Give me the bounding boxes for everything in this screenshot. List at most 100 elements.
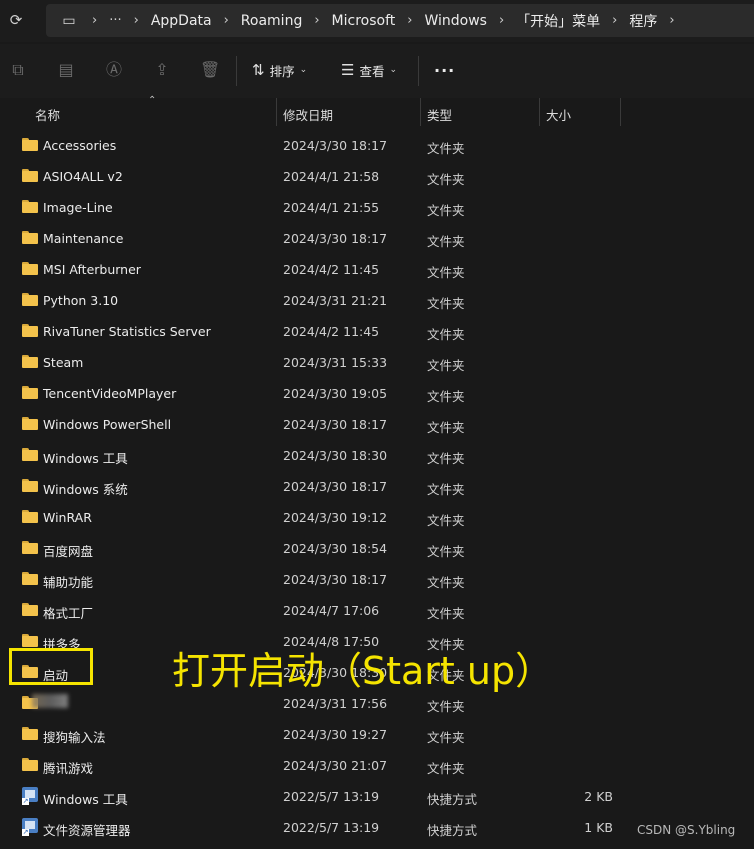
file-type: 快捷方式 (427, 792, 478, 807)
file-name: RivaTuner Statistics Server (43, 324, 211, 339)
modified-date: 2024/4/7 17:06 (283, 603, 380, 618)
file-row[interactable]: Steam 2024/3/31 15:33 文件夹 (0, 347, 640, 378)
sort-icon: ⇅ (252, 61, 265, 79)
modified-date: 2022/5/7 13:19 (283, 789, 380, 804)
modified-date: 2024/3/31 17:56 (283, 696, 388, 711)
breadcrumb-overflow[interactable]: ··· (109, 13, 121, 28)
breadcrumb-item-microsoft[interactable]: Microsoft (332, 13, 396, 29)
file-explorer-shortcut-icon: ↗ (22, 818, 38, 836)
file-type: 文件夹 (427, 730, 465, 745)
column-divider[interactable] (276, 98, 277, 126)
modified-date: 2024/3/30 19:12 (283, 510, 388, 525)
file-row[interactable]: Windows 工具 2024/3/30 18:30 文件夹 (0, 440, 640, 471)
file-name: Maintenance (43, 231, 124, 246)
column-divider[interactable] (620, 98, 621, 126)
file-name: Windows 工具 (43, 792, 128, 807)
chevron-right-icon[interactable]: › (657, 13, 686, 28)
chevron-right-icon[interactable]: › (600, 13, 629, 28)
folder-icon (22, 572, 38, 585)
view-button[interactable]: ☰ 查看 ⌄ (341, 58, 397, 82)
sort-button[interactable]: ⇅ 排序 ⌄ (252, 58, 307, 82)
file-row[interactable]: 腾讯游戏 2024/3/30 21:07 文件夹 (0, 750, 640, 781)
file-type: 快捷方式 (427, 823, 478, 838)
file-type: 文件夹 (427, 482, 465, 497)
more-options-icon[interactable]: ··· (434, 61, 455, 80)
file-row[interactable]: 辅助功能 2024/3/30 18:17 文件夹 (0, 564, 640, 595)
column-name-header[interactable]: 名称 (35, 105, 60, 124)
file-row[interactable]: ↗ 文件资源管理器 2022/5/7 13:19 快捷方式 1 KB (0, 812, 640, 843)
share-icon[interactable]: ⇪ (152, 60, 172, 80)
file-name: Python 3.10 (43, 293, 119, 308)
chevron-right-icon[interactable]: › (80, 13, 109, 28)
file-row[interactable]: ASIO4ALL v2 2024/4/1 21:58 文件夹 (0, 161, 640, 192)
file-row[interactable]: RivaTuner Statistics Server 2024/4/2 11:4… (0, 316, 640, 347)
modified-date: 2024/3/30 18:17 (283, 417, 388, 432)
breadcrumb[interactable]: ▭ › ··· › AppData › Roaming › Microsoft … (46, 4, 754, 37)
chevron-right-icon[interactable]: › (122, 13, 151, 28)
file-row[interactable]: ↗ Windows 工具 2022/5/7 13:19 快捷方式 2 KB (0, 781, 640, 812)
modified-date: 2024/4/2 11:45 (283, 262, 380, 277)
folder-icon (22, 479, 38, 492)
folder-icon (22, 138, 38, 151)
modified-date: 2024/4/2 11:45 (283, 324, 380, 339)
file-row[interactable]: Accessories 2024/3/30 18:17 文件夹 (0, 130, 640, 161)
file-type: 文件夹 (427, 575, 465, 590)
file-type: 文件夹 (427, 296, 465, 311)
chevron-down-icon: ⌄ (299, 65, 308, 75)
breadcrumb-item-roaming[interactable]: Roaming (241, 13, 303, 29)
chevron-right-icon[interactable]: › (395, 13, 424, 28)
breadcrumb-item-windows[interactable]: Windows (424, 13, 487, 29)
file-row[interactable]: Python 3.10 2024/3/31 21:21 文件夹 (0, 285, 640, 316)
chevron-right-icon[interactable]: › (487, 13, 516, 28)
file-size: 1 KB (584, 820, 613, 835)
file-name: 百度网盘 (43, 544, 94, 559)
copy-icon[interactable]: ⧉ (8, 60, 28, 80)
file-row[interactable]: Windows PowerShell 2024/3/30 18:17 文件夹 (0, 409, 640, 440)
file-row[interactable]: Windows 系统 2024/3/30 18:17 文件夹 (0, 471, 640, 502)
view-label: 查看 (359, 63, 385, 79)
folder-icon (22, 355, 38, 368)
file-name: 格式工厂 (43, 606, 94, 621)
toolbar-divider (236, 56, 237, 86)
column-divider[interactable] (539, 98, 540, 126)
paste-icon[interactable]: ▤ (56, 60, 76, 80)
breadcrumb-item-start-menu[interactable]: 「开始」菜单 (516, 11, 600, 31)
file-type: 文件夹 (427, 234, 465, 249)
chevron-right-icon[interactable]: › (302, 13, 331, 28)
file-row[interactable]: Maintenance 2024/3/30 18:17 文件夹 (0, 223, 640, 254)
file-row[interactable]: 搜狗输入法 2024/3/30 19:27 文件夹 (0, 719, 640, 750)
file-name: Windows PowerShell (43, 417, 172, 432)
file-type: 文件夹 (427, 544, 465, 559)
column-header: ⌃ 名称 修改日期 类型 大小 (0, 95, 754, 126)
column-size-header[interactable]: 大小 (546, 105, 571, 124)
file-type: 文件夹 (427, 358, 465, 373)
folder-icon (22, 386, 38, 399)
file-type: 文件夹 (427, 761, 465, 776)
rename-icon[interactable]: Ⓐ (104, 60, 124, 80)
delete-icon[interactable]: 🗑 (200, 60, 220, 80)
column-divider[interactable] (420, 98, 421, 126)
column-date-header[interactable]: 修改日期 (283, 105, 333, 124)
file-row[interactable]: Image-Line 2024/4/1 21:55 文件夹 (0, 192, 640, 223)
chevron-right-icon[interactable]: › (212, 13, 241, 28)
breadcrumb-item-programs[interactable]: 程序 (629, 11, 657, 31)
folder-icon (22, 417, 38, 430)
file-row[interactable]: 格式工厂 2024/4/7 17:06 文件夹 (0, 595, 640, 626)
file-row[interactable]: 百度网盘 2024/3/30 18:54 文件夹 (0, 533, 640, 564)
folder-icon (22, 727, 38, 740)
column-type-header[interactable]: 类型 (427, 105, 452, 124)
refresh-icon[interactable]: ⟳ (6, 10, 26, 30)
folder-icon (22, 200, 38, 213)
file-row[interactable]: TencentVideoMPlayer 2024/3/30 19:05 文件夹 (0, 378, 640, 409)
folder-icon (22, 231, 38, 244)
computer-icon[interactable]: ▭ (58, 13, 80, 29)
file-name: 搜狗输入法 (43, 730, 106, 745)
file-name: Windows 系统 (43, 482, 128, 497)
file-name: 腾讯游戏 (43, 761, 94, 776)
file-name: 辅助功能 (43, 575, 94, 590)
toolbar-divider (418, 56, 419, 86)
file-row[interactable]: MSI Afterburner 2024/4/2 11:45 文件夹 (0, 254, 640, 285)
file-row[interactable]: WinRAR 2024/3/30 19:12 文件夹 (0, 502, 640, 533)
breadcrumb-item-appdata[interactable]: AppData (151, 13, 212, 29)
annotation-text: 打开启动（Start up） (172, 649, 554, 693)
